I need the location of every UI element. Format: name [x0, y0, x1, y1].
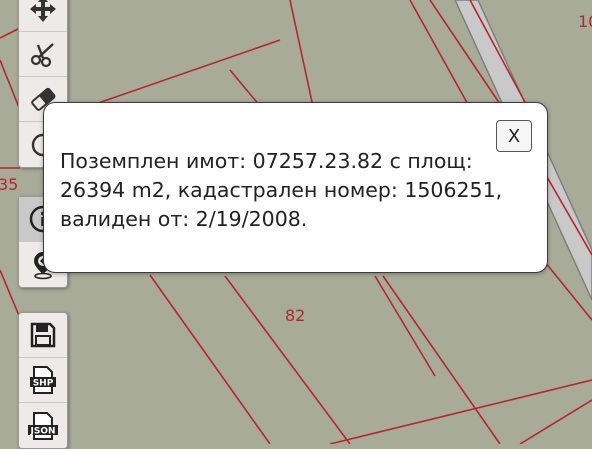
json-file-icon: JSON: [28, 411, 58, 440]
scissors-icon: [30, 43, 54, 68]
cut-tool[interactable]: [19, 32, 67, 77]
export-shp-tool[interactable]: SHP: [19, 358, 67, 403]
parcel-number-label: 35: [0, 175, 19, 194]
svg-text:SHP: SHP: [33, 379, 54, 389]
move-arrows-icon: [30, 0, 56, 22]
floppy-disk-icon: [30, 322, 56, 348]
parcel-number-label: 82: [285, 306, 306, 325]
svg-text:JSON: JSON: [29, 426, 55, 436]
export-toolbar: SHP JSON: [18, 312, 68, 449]
parcel-info-text: Поземплен имот: 07257.23.82 с площ: 2639…: [60, 149, 503, 231]
parcel-number-label: 10: [578, 12, 592, 31]
shp-file-icon: SHP: [30, 366, 56, 394]
export-json-tool[interactable]: JSON: [19, 403, 67, 448]
feature-info-popup: X Поземплен имот: 07257.23.82 с площ: 26…: [43, 102, 548, 273]
save-tool[interactable]: [19, 313, 67, 358]
pan-tool[interactable]: [19, 0, 67, 32]
